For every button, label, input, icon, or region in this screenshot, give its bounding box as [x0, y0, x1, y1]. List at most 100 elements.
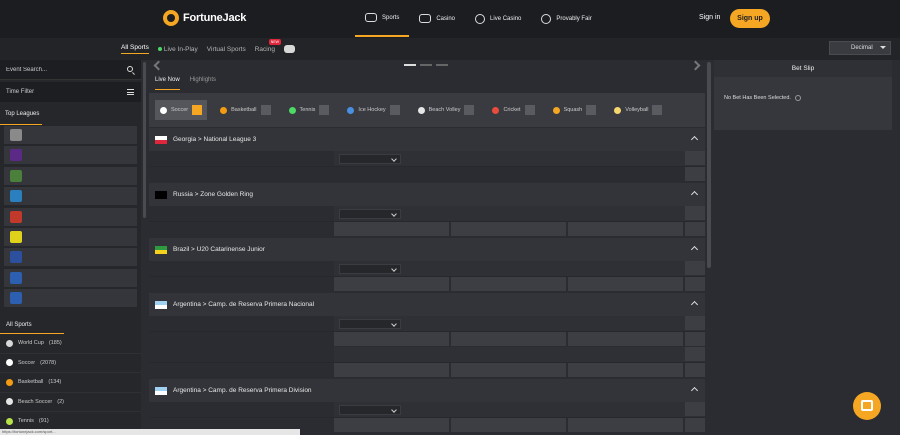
match-info-cell[interactable]	[149, 402, 334, 417]
more-markets-cell[interactable]	[685, 363, 705, 377]
nav-casino[interactable]: Casino	[409, 0, 465, 37]
odds-cell[interactable]	[334, 222, 449, 236]
market-select[interactable]	[339, 154, 401, 164]
main-scrollbar[interactable]	[707, 62, 711, 268]
odds-cell[interactable]	[451, 277, 566, 291]
odds-cell[interactable]	[334, 418, 449, 432]
odds-cell[interactable]	[568, 222, 683, 236]
top-league-item[interactable]	[4, 289, 137, 308]
market-select[interactable]	[339, 209, 401, 219]
carousel-dot[interactable]	[436, 64, 448, 66]
chevron-up-icon[interactable]	[690, 190, 699, 199]
more-markets-cell[interactable]	[685, 402, 705, 416]
live-chat-button[interactable]	[853, 392, 881, 420]
sport-filter-checkbox[interactable]	[260, 105, 271, 115]
more-markets-cell[interactable]	[685, 261, 705, 275]
odds-cell[interactable]	[568, 418, 683, 432]
carousel-prev-icon[interactable]	[153, 60, 164, 71]
sport-filter-squash[interactable]: Squash	[548, 100, 602, 120]
odds-cell[interactable]	[568, 332, 683, 346]
odds-cell[interactable]	[334, 332, 449, 346]
sign-up-button[interactable]: Sign up	[730, 9, 770, 28]
league-header[interactable]: Argentina > Camp. de Reserva Primera Div…	[149, 378, 705, 403]
subnav-live-in-play[interactable]: Live In-Play	[157, 46, 198, 53]
odds-cell[interactable]	[451, 332, 566, 346]
chevron-up-icon[interactable]	[690, 245, 699, 254]
carousel-dot[interactable]	[404, 64, 416, 66]
market-select[interactable]	[339, 405, 401, 415]
subnav-all-sports[interactable]: All Sports	[121, 44, 149, 54]
more-markets-cell[interactable]	[685, 316, 705, 330]
sport-filter-checkbox[interactable]	[524, 105, 535, 115]
sport-filter-checkbox[interactable]	[586, 105, 597, 115]
odds-cell[interactable]	[568, 277, 683, 291]
sport-list-item[interactable]: World Cup (185)	[0, 334, 141, 354]
chevron-up-icon[interactable]	[690, 300, 699, 309]
sport-list-item[interactable]: Beach Soccer (2)	[0, 393, 141, 412]
sport-filter-checkbox[interactable]	[464, 105, 475, 115]
odds-cell[interactable]	[451, 418, 566, 432]
tab-highlights[interactable]: Highlights	[190, 75, 216, 90]
fortunejack-logo[interactable]: FortuneJack	[163, 10, 246, 26]
sidebar-scrollbar[interactable]	[143, 62, 146, 218]
filter-sliders-icon[interactable]	[127, 89, 134, 95]
sport-filter-checkbox[interactable]	[319, 105, 330, 115]
top-league-item[interactable]	[4, 146, 137, 165]
league-header[interactable]: Argentina > Camp. de Reserva Primera Nac…	[149, 292, 705, 317]
top-league-item[interactable]	[4, 268, 137, 287]
sport-list-item[interactable]: Soccer (2078)	[0, 354, 141, 373]
odds-cell[interactable]	[334, 363, 449, 377]
odds-cell[interactable]	[451, 222, 566, 236]
more-markets-cell[interactable]	[685, 418, 705, 432]
odds-cell[interactable]	[568, 363, 683, 377]
more-markets-cell[interactable]	[685, 167, 705, 181]
sport-filter-ice-hockey[interactable]: Ice Hockey	[342, 100, 404, 120]
sport-filter-volleyball[interactable]: Volleyball	[609, 100, 667, 120]
match-info-cell[interactable]	[149, 261, 334, 276]
sport-filter-checkbox[interactable]	[389, 105, 400, 115]
chevron-up-icon[interactable]	[690, 386, 699, 395]
subnav-virtual-sports[interactable]: Virtual Sports	[207, 46, 246, 53]
top-league-item[interactable]	[4, 227, 137, 246]
market-select[interactable]	[339, 264, 401, 274]
top-league-item[interactable]	[4, 207, 137, 226]
odds-cell[interactable]	[451, 363, 566, 377]
nav-live-casino[interactable]: Live Casino	[465, 0, 531, 37]
league-header[interactable]: Brazil > U20 Catarinense Junior	[149, 237, 705, 262]
nav-provably-fair[interactable]: Provably Fair	[531, 0, 601, 37]
search-icon[interactable]	[127, 66, 133, 72]
match-info-cell[interactable]	[149, 316, 334, 331]
sport-list-item[interactable]: Basketball (134)	[0, 373, 141, 393]
more-markets-cell[interactable]	[685, 332, 705, 346]
match-info-cell[interactable]	[149, 151, 334, 166]
league-header[interactable]: Russia > Zone Golden Ring	[149, 182, 705, 207]
nav-sports[interactable]: Sports	[355, 0, 410, 37]
top-league-item[interactable]	[4, 248, 137, 267]
sign-in-link[interactable]: Sign in	[699, 14, 720, 21]
more-markets-cell[interactable]	[685, 206, 705, 220]
match-info-cell[interactable]	[149, 206, 334, 221]
league-header[interactable]: Georgia > National League 3	[149, 127, 705, 152]
more-markets-cell[interactable]	[685, 347, 705, 361]
top-league-item[interactable]	[4, 126, 137, 144]
subnav-racing[interactable]: Racing NEW	[255, 38, 281, 53]
more-markets-cell[interactable]	[685, 151, 705, 165]
carousel-next-icon[interactable]	[690, 60, 701, 71]
sport-filter-tennis[interactable]: Tennis	[284, 100, 335, 120]
sport-filter-beach-volley[interactable]: Beach Volley	[413, 100, 480, 120]
sport-filter-soccer[interactable]: Soccer	[155, 100, 208, 120]
sport-filter-checkbox[interactable]	[192, 105, 203, 115]
chevron-up-icon[interactable]	[690, 135, 699, 144]
sport-filter-cricket[interactable]: Cricket	[487, 100, 539, 120]
more-markets-cell[interactable]	[685, 222, 705, 236]
tab-live-now[interactable]: Live Now	[155, 75, 180, 90]
top-league-item[interactable]	[4, 187, 137, 206]
top-league-item[interactable]	[4, 166, 137, 185]
sport-filter-basketball[interactable]: Basketball	[215, 100, 275, 120]
market-select[interactable]	[339, 319, 401, 329]
odds-format-select[interactable]: Decimal	[829, 41, 891, 55]
odds-cell[interactable]	[334, 277, 449, 291]
time-filter[interactable]: Time Filter	[0, 82, 141, 102]
match-info-cell[interactable]	[149, 347, 334, 362]
info-icon[interactable]	[794, 95, 801, 101]
